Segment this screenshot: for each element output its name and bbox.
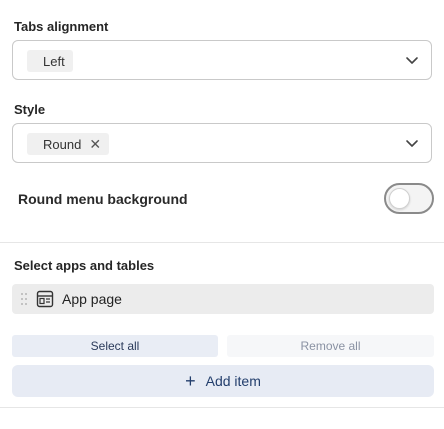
menu-settings-section: Tabs alignment Left Style Round ✕ Round … (0, 0, 444, 243)
drag-handle-icon[interactable] (20, 292, 28, 306)
tabs-alignment-label: Tabs alignment (14, 19, 109, 34)
chevron-down-icon (406, 57, 418, 64)
tabs-alignment-value: Left (43, 53, 65, 69)
apps-tables-label: Select apps and tables (14, 258, 155, 273)
style-label: Style (14, 102, 46, 117)
tabs-alignment-select[interactable]: Left (12, 40, 432, 80)
tabs-alignment-value-chip: Left (27, 50, 73, 72)
style-value-chip: Round ✕ (27, 133, 110, 155)
app-page-icon (36, 290, 54, 308)
select-all-button[interactable]: Select all (12, 335, 218, 357)
round-menu-background-label: Round menu background (18, 191, 188, 207)
toggle-knob (389, 188, 410, 209)
add-item-button[interactable]: + Add item (12, 365, 434, 397)
remove-all-button[interactable]: Remove all (227, 335, 434, 357)
round-menu-background-toggle[interactable] (384, 183, 434, 214)
add-item-label: Add item (205, 373, 261, 389)
list-item[interactable]: App page (12, 284, 434, 314)
style-value: Round (43, 136, 82, 152)
remove-chip-icon[interactable]: ✕ (89, 136, 101, 153)
list-item-label: App page (62, 291, 122, 307)
style-select[interactable]: Round ✕ (12, 123, 432, 163)
settings-panel: Tabs alignment Left Style Round ✕ Round … (0, 0, 444, 429)
chevron-down-icon (406, 140, 418, 147)
plus-icon: + (185, 371, 196, 391)
